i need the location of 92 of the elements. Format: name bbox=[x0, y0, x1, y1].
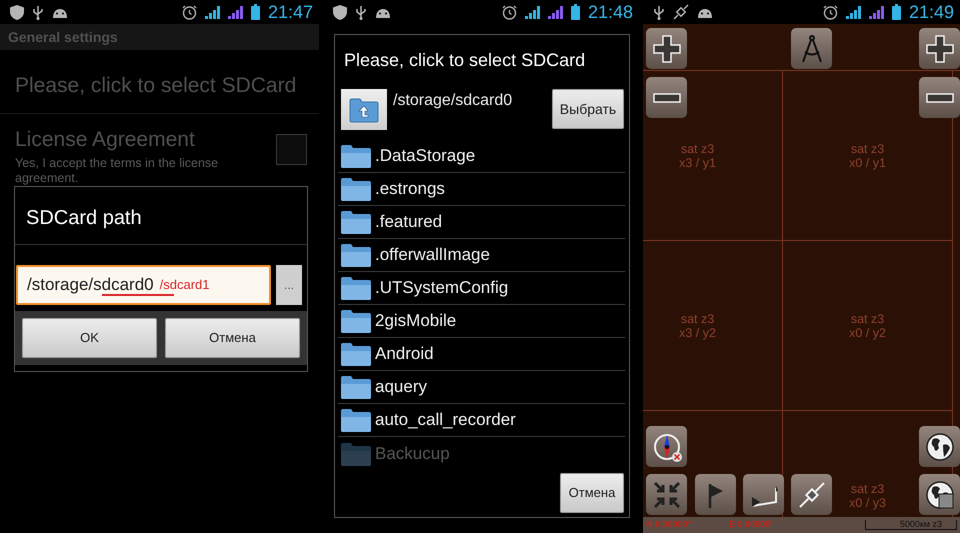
dialog-title: SDCard path bbox=[15, 187, 307, 245]
annotation-underline bbox=[102, 294, 174, 297]
plus-icon bbox=[924, 34, 954, 64]
checkbox[interactable] bbox=[276, 134, 307, 165]
globe-button[interactable] bbox=[919, 426, 960, 467]
shield-icon bbox=[333, 4, 347, 20]
zoom-in-button[interactable] bbox=[919, 28, 960, 69]
signal-icon bbox=[524, 5, 540, 19]
tile-coords: x3 / y2 bbox=[679, 326, 716, 340]
signal-icon bbox=[846, 5, 861, 19]
battery-icon bbox=[250, 4, 260, 20]
zoom-in-button[interactable] bbox=[646, 28, 687, 69]
signal-icon bbox=[204, 5, 220, 19]
up-folder-button[interactable] bbox=[341, 89, 387, 130]
title-bar: General settings bbox=[0, 24, 319, 50]
folder-item[interactable]: 2gisMobile bbox=[338, 305, 625, 338]
usb-icon bbox=[653, 4, 665, 20]
zoom-out-button[interactable] bbox=[646, 77, 687, 118]
alarm-icon bbox=[502, 4, 517, 20]
folder-icon bbox=[341, 144, 371, 168]
folder-item[interactable]: .DataStorage bbox=[338, 140, 625, 173]
folder-item[interactable]: .UTSystemConfig bbox=[338, 272, 625, 305]
battery-icon bbox=[570, 4, 580, 20]
signal-icon bbox=[548, 5, 563, 19]
longitude-text: E 0.00000° bbox=[729, 518, 774, 532]
folder-item[interactable]: .offerwallImage bbox=[338, 239, 625, 272]
alarm-icon bbox=[182, 4, 197, 20]
folder-icon bbox=[341, 342, 371, 366]
folder-icon bbox=[341, 243, 371, 267]
current-path: /storage/sdcard0 bbox=[392, 91, 514, 111]
map-globe-button[interactable] bbox=[919, 474, 960, 515]
tile-coords: x0 / y2 bbox=[849, 326, 886, 340]
shield-icon bbox=[10, 4, 24, 20]
satellite-button[interactable] bbox=[791, 474, 832, 515]
latitude-text: N 0.00000° bbox=[646, 518, 692, 532]
select-button[interactable]: Выбрать bbox=[552, 89, 624, 129]
tile-coords: x0 / y3 bbox=[849, 496, 886, 510]
compass-tool-button[interactable] bbox=[791, 28, 832, 69]
dialog-button[interactable]: OK bbox=[22, 318, 157, 358]
collapse-button[interactable] bbox=[646, 474, 687, 515]
battery-icon bbox=[892, 4, 901, 20]
cancel-button[interactable]: Отмена bbox=[560, 473, 624, 513]
signal-icon bbox=[868, 5, 884, 19]
compass-button[interactable] bbox=[646, 426, 687, 467]
waypoint-button[interactable] bbox=[695, 474, 736, 515]
folder-icon bbox=[341, 210, 371, 234]
folder-icon bbox=[341, 408, 371, 432]
folder-item[interactable]: Android bbox=[338, 338, 625, 371]
folder-up-icon bbox=[349, 96, 379, 122]
clock-time: 21:49 bbox=[908, 3, 954, 21]
folder-icon bbox=[341, 309, 371, 333]
usb-icon bbox=[32, 4, 44, 20]
usb-icon bbox=[355, 4, 367, 20]
clock-time: 21:47 bbox=[268, 3, 313, 21]
folder-item[interactable]: aquery bbox=[338, 371, 625, 404]
tile-coords: x0 / y1 bbox=[849, 156, 886, 170]
tile-label: sat z3 bbox=[680, 142, 714, 156]
folder-icon bbox=[341, 375, 371, 399]
android-icon bbox=[52, 6, 68, 18]
folder-item[interactable]: .featured bbox=[338, 206, 625, 239]
folder-icon bbox=[341, 276, 371, 300]
tile-label: sat z3 bbox=[850, 482, 884, 496]
tile-label: sat z3 bbox=[850, 142, 884, 156]
compass-icon bbox=[652, 432, 682, 462]
scale-bar: 5000км z3 bbox=[864, 520, 957, 530]
dialog-title: Please, click to select SDCard bbox=[343, 49, 586, 72]
path-field[interactable]: /storage/sdcard0 /sdcard1 bbox=[16, 265, 271, 305]
dialog-button[interactable]: Отмена bbox=[165, 318, 300, 358]
setting-summary: Yes, I accept the terms in the license agreement. bbox=[15, 156, 220, 186]
globe-map-icon bbox=[924, 480, 954, 510]
browse-button[interactable]: ... bbox=[276, 265, 302, 305]
folder-icon bbox=[341, 442, 371, 466]
folder-item[interactable]: .estrongs bbox=[338, 173, 625, 206]
collapse-arrows-icon bbox=[652, 480, 682, 510]
setting-title: License Agreement bbox=[15, 127, 196, 153]
route-button[interactable] bbox=[743, 474, 784, 515]
signal-icon bbox=[228, 5, 243, 19]
android-icon bbox=[375, 6, 391, 18]
tile-coords: x3 / y1 bbox=[679, 156, 716, 170]
clock-time: 21:48 bbox=[588, 3, 633, 21]
tile-label: sat z3 bbox=[850, 312, 884, 326]
annotation-text: /sdcard1 bbox=[160, 276, 210, 294]
android-icon bbox=[697, 6, 713, 18]
zoom-out-button[interactable] bbox=[919, 77, 960, 118]
alarm-icon bbox=[822, 4, 838, 20]
folder-item[interactable]: auto_call_recorder bbox=[338, 404, 625, 437]
tile-label: sat z3 bbox=[680, 312, 714, 326]
plus-icon bbox=[652, 34, 682, 64]
globe-icon bbox=[924, 432, 954, 462]
satellite-icon bbox=[796, 480, 826, 510]
satellite-icon bbox=[673, 4, 689, 20]
folder-icon bbox=[341, 177, 371, 201]
